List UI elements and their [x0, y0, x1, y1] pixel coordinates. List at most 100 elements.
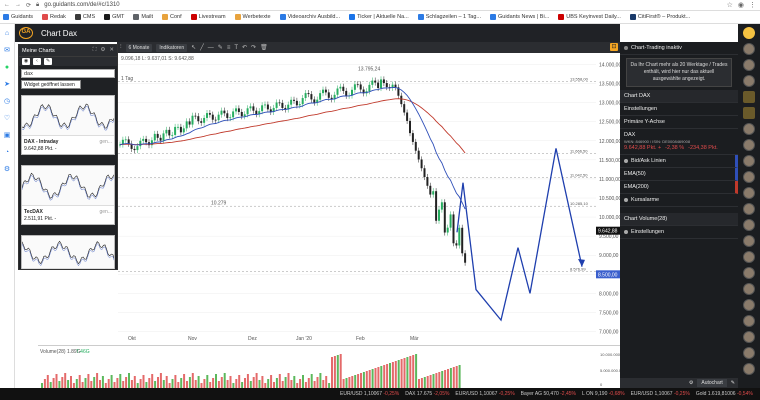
bookmark-item[interactable]: Guidants [3, 14, 33, 20]
avatar[interactable] [743, 75, 755, 87]
box-icon[interactable]: ▣ [3, 132, 11, 140]
whatsapp-icon[interactable]: ● [3, 64, 11, 72]
heart-icon[interactable]: ♡ [3, 115, 11, 123]
ticker-item[interactable]: L ON 9,190 -0,68% [582, 391, 625, 397]
cursor-icon[interactable]: ↖ [191, 44, 196, 51]
text-tool-icon[interactable]: T [234, 45, 238, 51]
redo-icon[interactable]: ↷ [251, 44, 256, 51]
home-icon[interactable]: ⌂ [3, 30, 11, 38]
bookmark-item[interactable]: Livestream [190, 14, 226, 20]
avatar[interactable] [743, 219, 755, 231]
avatar[interactable] [743, 59, 755, 71]
avatar[interactable] [743, 347, 755, 359]
avatar[interactable] [743, 139, 755, 151]
history-icon[interactable]: ◷ [3, 98, 11, 106]
ticker-item[interactable]: Gold 1.619,81006 -0,54% [696, 391, 753, 397]
period-button[interactable]: 6 Monate [125, 43, 153, 52]
chart-svg[interactable]: 7.000,00 7.500,00 8.000,00 8.500,00 9.000,00… [118, 53, 620, 343]
bookmark-item[interactable]: GMT [104, 14, 124, 20]
toggle-icon[interactable] [624, 46, 628, 50]
url-text[interactable]: go.guidants.com/de/#c/1310 [44, 2, 119, 8]
avatar[interactable] [743, 187, 755, 199]
widget-search-input[interactable]: dax [21, 69, 115, 78]
pen-icon[interactable]: ✎ [218, 44, 223, 51]
undo-icon[interactable]: ↶ [242, 44, 247, 51]
edit-icon[interactable]: ✎ [44, 58, 52, 65]
back-arrow-icon[interactable]: ‹ [33, 58, 41, 65]
price-chart[interactable]: 7.000,00 7.500,00 8.000,00 8.500,00 9.000,00… [118, 53, 620, 343]
bookmark-item[interactable]: Schlagzeilen – 1 Tag... [417, 14, 481, 20]
avatar[interactable] [743, 283, 755, 295]
expand-icon[interactable]: ⛶ [93, 47, 97, 54]
autochart-button[interactable]: Autochart [697, 379, 727, 387]
avatar[interactable] [743, 299, 755, 311]
candle-icon[interactable]: ⫶ [120, 44, 122, 51]
avatar[interactable] [743, 155, 755, 167]
bid-ask-item[interactable]: Bid/Ask Linien [620, 155, 738, 168]
gold-badge-icon[interactable] [743, 91, 755, 103]
chart-card-tecdax[interactable]: TecDAX gen... 2.511,91 Pkt. - [21, 165, 115, 225]
ticker-item[interactable]: EUR/USD 1,10067 -0,25% [631, 391, 690, 397]
reload-icon[interactable]: ⟳ [26, 2, 31, 9]
bookmark-item[interactable]: Werbetexte [234, 14, 271, 20]
bookmark-item[interactable]: Mailt [133, 14, 153, 20]
close-icon[interactable]: ✕ [109, 47, 114, 54]
chart-dax-section[interactable]: Chart DAX [620, 90, 738, 103]
volume-pane[interactable]: Volume(28) 1.89G 7.46G 10.000.000.000 5.00… [38, 345, 629, 389]
bookmark-item[interactable]: Videoarchiv Ausbild... [279, 14, 340, 20]
ticker-item[interactable]: EUR/USD 1,10067 -0,25% [455, 391, 514, 397]
lock-toggle-icon[interactable]: ⊡ [610, 43, 618, 51]
bookmark-item[interactable]: CitiFirst® – Produkt... [629, 14, 690, 20]
chart-trading-header[interactable]: Chart-Trading inaktiv [620, 42, 738, 55]
bookmark-item[interactable]: Redak [42, 14, 66, 20]
edit-pen-icon[interactable]: ✎ [731, 380, 735, 386]
chart-card-3[interactable] [21, 235, 115, 269]
chart-card-dax[interactable]: DAX - Intraday gen... 9.642,88 Pkt. - [21, 95, 115, 155]
star-icon[interactable]: ☆ [727, 1, 733, 9]
notification-badge-icon[interactable] [743, 27, 755, 39]
volume-chart-section[interactable]: Chart Volume(28) [620, 213, 738, 226]
settings-circle-icon[interactable]: ⚙ [689, 380, 693, 386]
extension-icon[interactable]: ◉ [738, 1, 744, 9]
forward-icon[interactable]: → [15, 2, 21, 8]
send-icon[interactable]: ➤ [3, 81, 11, 89]
alarms-item[interactable]: Kursalarme [620, 194, 738, 207]
avatar[interactable] [743, 331, 755, 343]
avatar[interactable] [743, 171, 755, 183]
line-tool-icon[interactable]: ╱ [200, 44, 204, 51]
ema50-item[interactable]: EMA(50) [620, 168, 738, 181]
bookmark-item[interactable]: CMS [74, 14, 95, 20]
avatar[interactable] [743, 315, 755, 327]
avatar[interactable] [743, 267, 755, 279]
ticker-item[interactable]: DAX 17.675 -2,05% [405, 391, 449, 397]
avatar[interactable] [743, 123, 755, 135]
ema200-item[interactable]: EMA(200) [620, 181, 738, 194]
hline-tool-icon[interactable]: ― [208, 45, 214, 51]
eye-icon[interactable]: ◉ [22, 58, 30, 65]
volume-settings-item[interactable]: Einstellungen [620, 226, 738, 239]
avatar[interactable] [743, 235, 755, 247]
trash-icon[interactable]: 🗑︎ [260, 44, 268, 51]
back-icon[interactable]: ← [4, 2, 10, 8]
gold-badge-icon[interactable] [743, 107, 755, 119]
ticker-item[interactable]: Bayer AG 50,470 -2,45% [521, 391, 576, 397]
instrument-item[interactable]: DAX WKN: 846900 / ISIN: DE0008469008 9.6… [620, 129, 738, 155]
primary-axis-item[interactable]: Primäre Y-Achse [620, 116, 738, 129]
guidants-logo[interactable]: GA [19, 27, 33, 39]
ticker-item[interactable]: EUR/USD 1,10067 -0,25% [340, 391, 399, 397]
bookmark-item[interactable]: UBS Keyinvest Daily... [558, 14, 621, 20]
bookmark-item[interactable]: Conf [162, 14, 182, 20]
avatar[interactable] [743, 251, 755, 263]
bookmark-item[interactable]: Ticker | Aktuelle Na... [349, 14, 409, 20]
messenger-icon[interactable]: ✉ [3, 47, 11, 55]
menu-icon[interactable]: ⋮ [749, 1, 756, 9]
fib-icon[interactable]: ≡ [227, 45, 231, 51]
settings-item[interactable]: Einstellungen [620, 103, 738, 116]
avatar[interactable] [743, 363, 755, 375]
address-bar[interactable]: ← → ⟳ 🔒︎ go.guidants.com/de/#c/1310 [0, 0, 760, 11]
indicators-button[interactable]: Indikatoren [156, 43, 188, 52]
bookmark-item[interactable]: Guidants News | Bi... [490, 14, 549, 20]
avatar[interactable] [743, 203, 755, 215]
settings-icon[interactable]: ⚙ [3, 166, 11, 174]
clock-icon[interactable]: ◔ [3, 149, 11, 157]
